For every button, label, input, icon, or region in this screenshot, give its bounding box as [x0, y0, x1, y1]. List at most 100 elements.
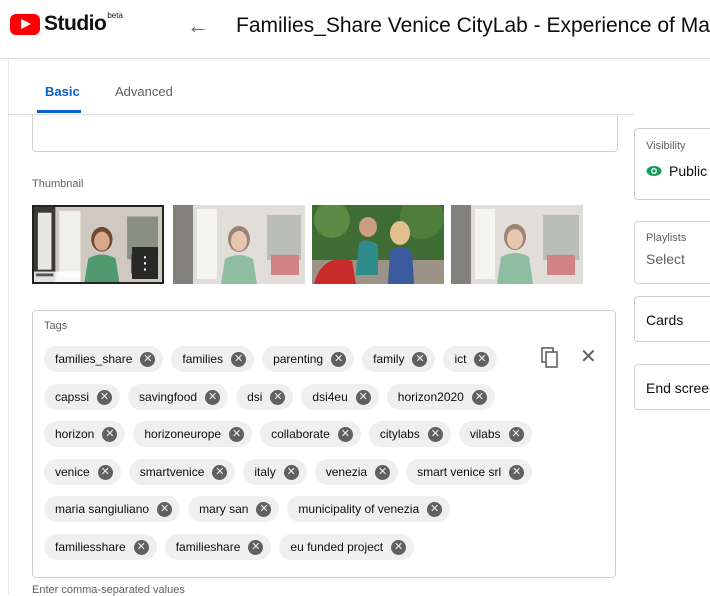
tag-chip: municipality of venezia ✕: [287, 496, 451, 522]
remove-tag-icon[interactable]: ✕: [133, 539, 149, 555]
header-divider: [0, 58, 710, 59]
remove-tag-icon[interactable]: ✕: [231, 351, 247, 367]
tag-chip-label: capssi: [55, 390, 90, 404]
tag-chip-label: italy: [254, 465, 276, 479]
thumbnail-image: [451, 205, 583, 284]
tag-chip: vilabs ✕: [458, 421, 532, 447]
remove-tag-icon[interactable]: ✕: [474, 351, 490, 367]
tag-chip-label: smartvenice: [139, 465, 205, 479]
remove-tag-icon[interactable]: ✕: [331, 351, 347, 367]
tag-chip-label: parenting: [273, 352, 324, 366]
remove-tag-icon[interactable]: ✕: [248, 539, 264, 555]
tag-chip-label: familieshare: [175, 540, 241, 554]
tag-chip: familieshare ✕: [164, 534, 272, 560]
tag-chip: venice ✕: [44, 459, 121, 485]
more-vert-icon[interactable]: ⋮: [132, 247, 158, 279]
tag-chip: family ✕: [362, 346, 436, 372]
tag-chip-label: savingfood: [139, 390, 198, 404]
tag-chip-label: horizon2020: [397, 390, 464, 404]
tag-chip: horizoneurope ✕: [133, 421, 253, 447]
tag-chip-label: venezia: [325, 465, 368, 479]
remove-tag-icon[interactable]: ✕: [97, 389, 113, 405]
playlists-select[interactable]: Select: [646, 251, 685, 267]
remove-tag-icon[interactable]: ✕: [337, 426, 353, 442]
tag-chip-label: vilabs: [469, 427, 501, 441]
remove-tag-icon[interactable]: ✕: [270, 389, 286, 405]
cards-label: Cards: [646, 312, 684, 328]
tag-chip: smart venice srl ✕: [406, 459, 533, 485]
remove-tag-icon[interactable]: ✕: [283, 464, 299, 480]
tag-chip-label: venice: [55, 465, 90, 479]
tag-chip-label: dsi4eu: [312, 390, 348, 404]
tag-chip: families_share ✕: [44, 346, 164, 372]
thumbnail-option-2[interactable]: [173, 205, 305, 284]
tag-chip: horizon2020 ✕: [386, 384, 495, 410]
tag-chip: mary san ✕: [188, 496, 280, 522]
tag-chip: dsi ✕: [236, 384, 294, 410]
end-screen-label: End screen: [646, 380, 710, 396]
tab-basic[interactable]: Basic: [45, 84, 80, 99]
tag-chip: familiesshare ✕: [44, 534, 157, 560]
tag-chip: horizon ✕: [44, 421, 126, 447]
copy-icon[interactable]: [540, 347, 560, 369]
tag-chip-label: families: [182, 352, 224, 366]
tag-chip: eu funded project ✕: [279, 534, 415, 560]
youtube-play-icon: [10, 13, 40, 35]
content-left-border: [8, 59, 9, 594]
remove-tag-icon[interactable]: ✕: [412, 351, 428, 367]
tag-chip-label: family: [373, 352, 405, 366]
remove-tag-icon[interactable]: ✕: [205, 389, 221, 405]
thumbnail-option-3[interactable]: [312, 205, 444, 284]
tag-chip-label: dsi: [247, 390, 263, 404]
tags-hint: Enter comma-separated values: [32, 584, 185, 596]
remove-tag-icon[interactable]: ✕: [212, 464, 228, 480]
tag-chip: capssi ✕: [44, 384, 121, 410]
remove-tag-icon[interactable]: ✕: [508, 426, 524, 442]
thumbnail-option-4[interactable]: [451, 205, 583, 284]
tag-chip: citylabs ✕: [368, 421, 451, 447]
remove-tag-icon[interactable]: ✕: [229, 426, 245, 442]
tag-chip-label: mary san: [199, 502, 249, 516]
remove-tag-icon[interactable]: ✕: [256, 501, 272, 517]
thumbnail-image: [312, 205, 444, 284]
page-title: Families_Share Venice CityLab - Experien…: [236, 14, 710, 37]
close-icon[interactable]: ✕: [580, 347, 597, 367]
brand-label: Studio: [44, 12, 107, 35]
remove-tag-icon[interactable]: ✕: [355, 389, 371, 405]
tag-chip-label: citylabs: [379, 427, 420, 441]
tag-chip-label: eu funded project: [290, 540, 384, 554]
eye-icon: [646, 164, 662, 178]
tag-chip: families ✕: [171, 346, 255, 372]
remove-tag-icon[interactable]: ✕: [157, 501, 173, 517]
studio-logo[interactable]: Studio beta: [10, 11, 123, 36]
description-field[interactable]: [32, 115, 618, 152]
tag-chip: smartvenice ✕: [128, 459, 236, 485]
tag-chip: maria sangiuliano ✕: [44, 496, 181, 522]
tag-chip-label: horizon: [55, 427, 95, 441]
tag-chip-label: collaborate: [271, 427, 330, 441]
remove-tag-icon[interactable]: ✕: [97, 464, 113, 480]
tag-chip: venezia ✕: [314, 459, 399, 485]
tab-advanced[interactable]: Advanced: [115, 84, 173, 99]
tag-chip-label: maria sangiuliano: [55, 502, 150, 516]
tag-chip-label: municipality of venezia: [298, 502, 420, 516]
remove-tag-icon[interactable]: ✕: [375, 464, 391, 480]
remove-tag-icon[interactable]: ✕: [102, 426, 118, 442]
thumbnail-option-1[interactable]: ⋮: [32, 205, 164, 284]
tag-chip: parenting ✕: [262, 346, 355, 372]
thumbnail-label: Thumbnail: [32, 178, 84, 190]
remove-tag-icon[interactable]: ✕: [427, 501, 443, 517]
visibility-label: Visibility: [646, 140, 686, 152]
active-tab-indicator: [37, 110, 81, 113]
tag-chip-label: familiesshare: [55, 540, 126, 554]
remove-tag-icon[interactable]: ✕: [427, 426, 443, 442]
thumbnail-image: [173, 205, 305, 284]
tag-chip: italy ✕: [243, 459, 307, 485]
remove-tag-icon[interactable]: ✕: [509, 464, 525, 480]
tag-chip: ict ✕: [443, 346, 498, 372]
tag-chip-label: horizoneurope: [144, 427, 222, 441]
arrow-left-icon[interactable]: ←: [187, 13, 209, 39]
remove-tag-icon[interactable]: ✕: [140, 351, 156, 367]
remove-tag-icon[interactable]: ✕: [391, 539, 407, 555]
remove-tag-icon[interactable]: ✕: [471, 389, 487, 405]
